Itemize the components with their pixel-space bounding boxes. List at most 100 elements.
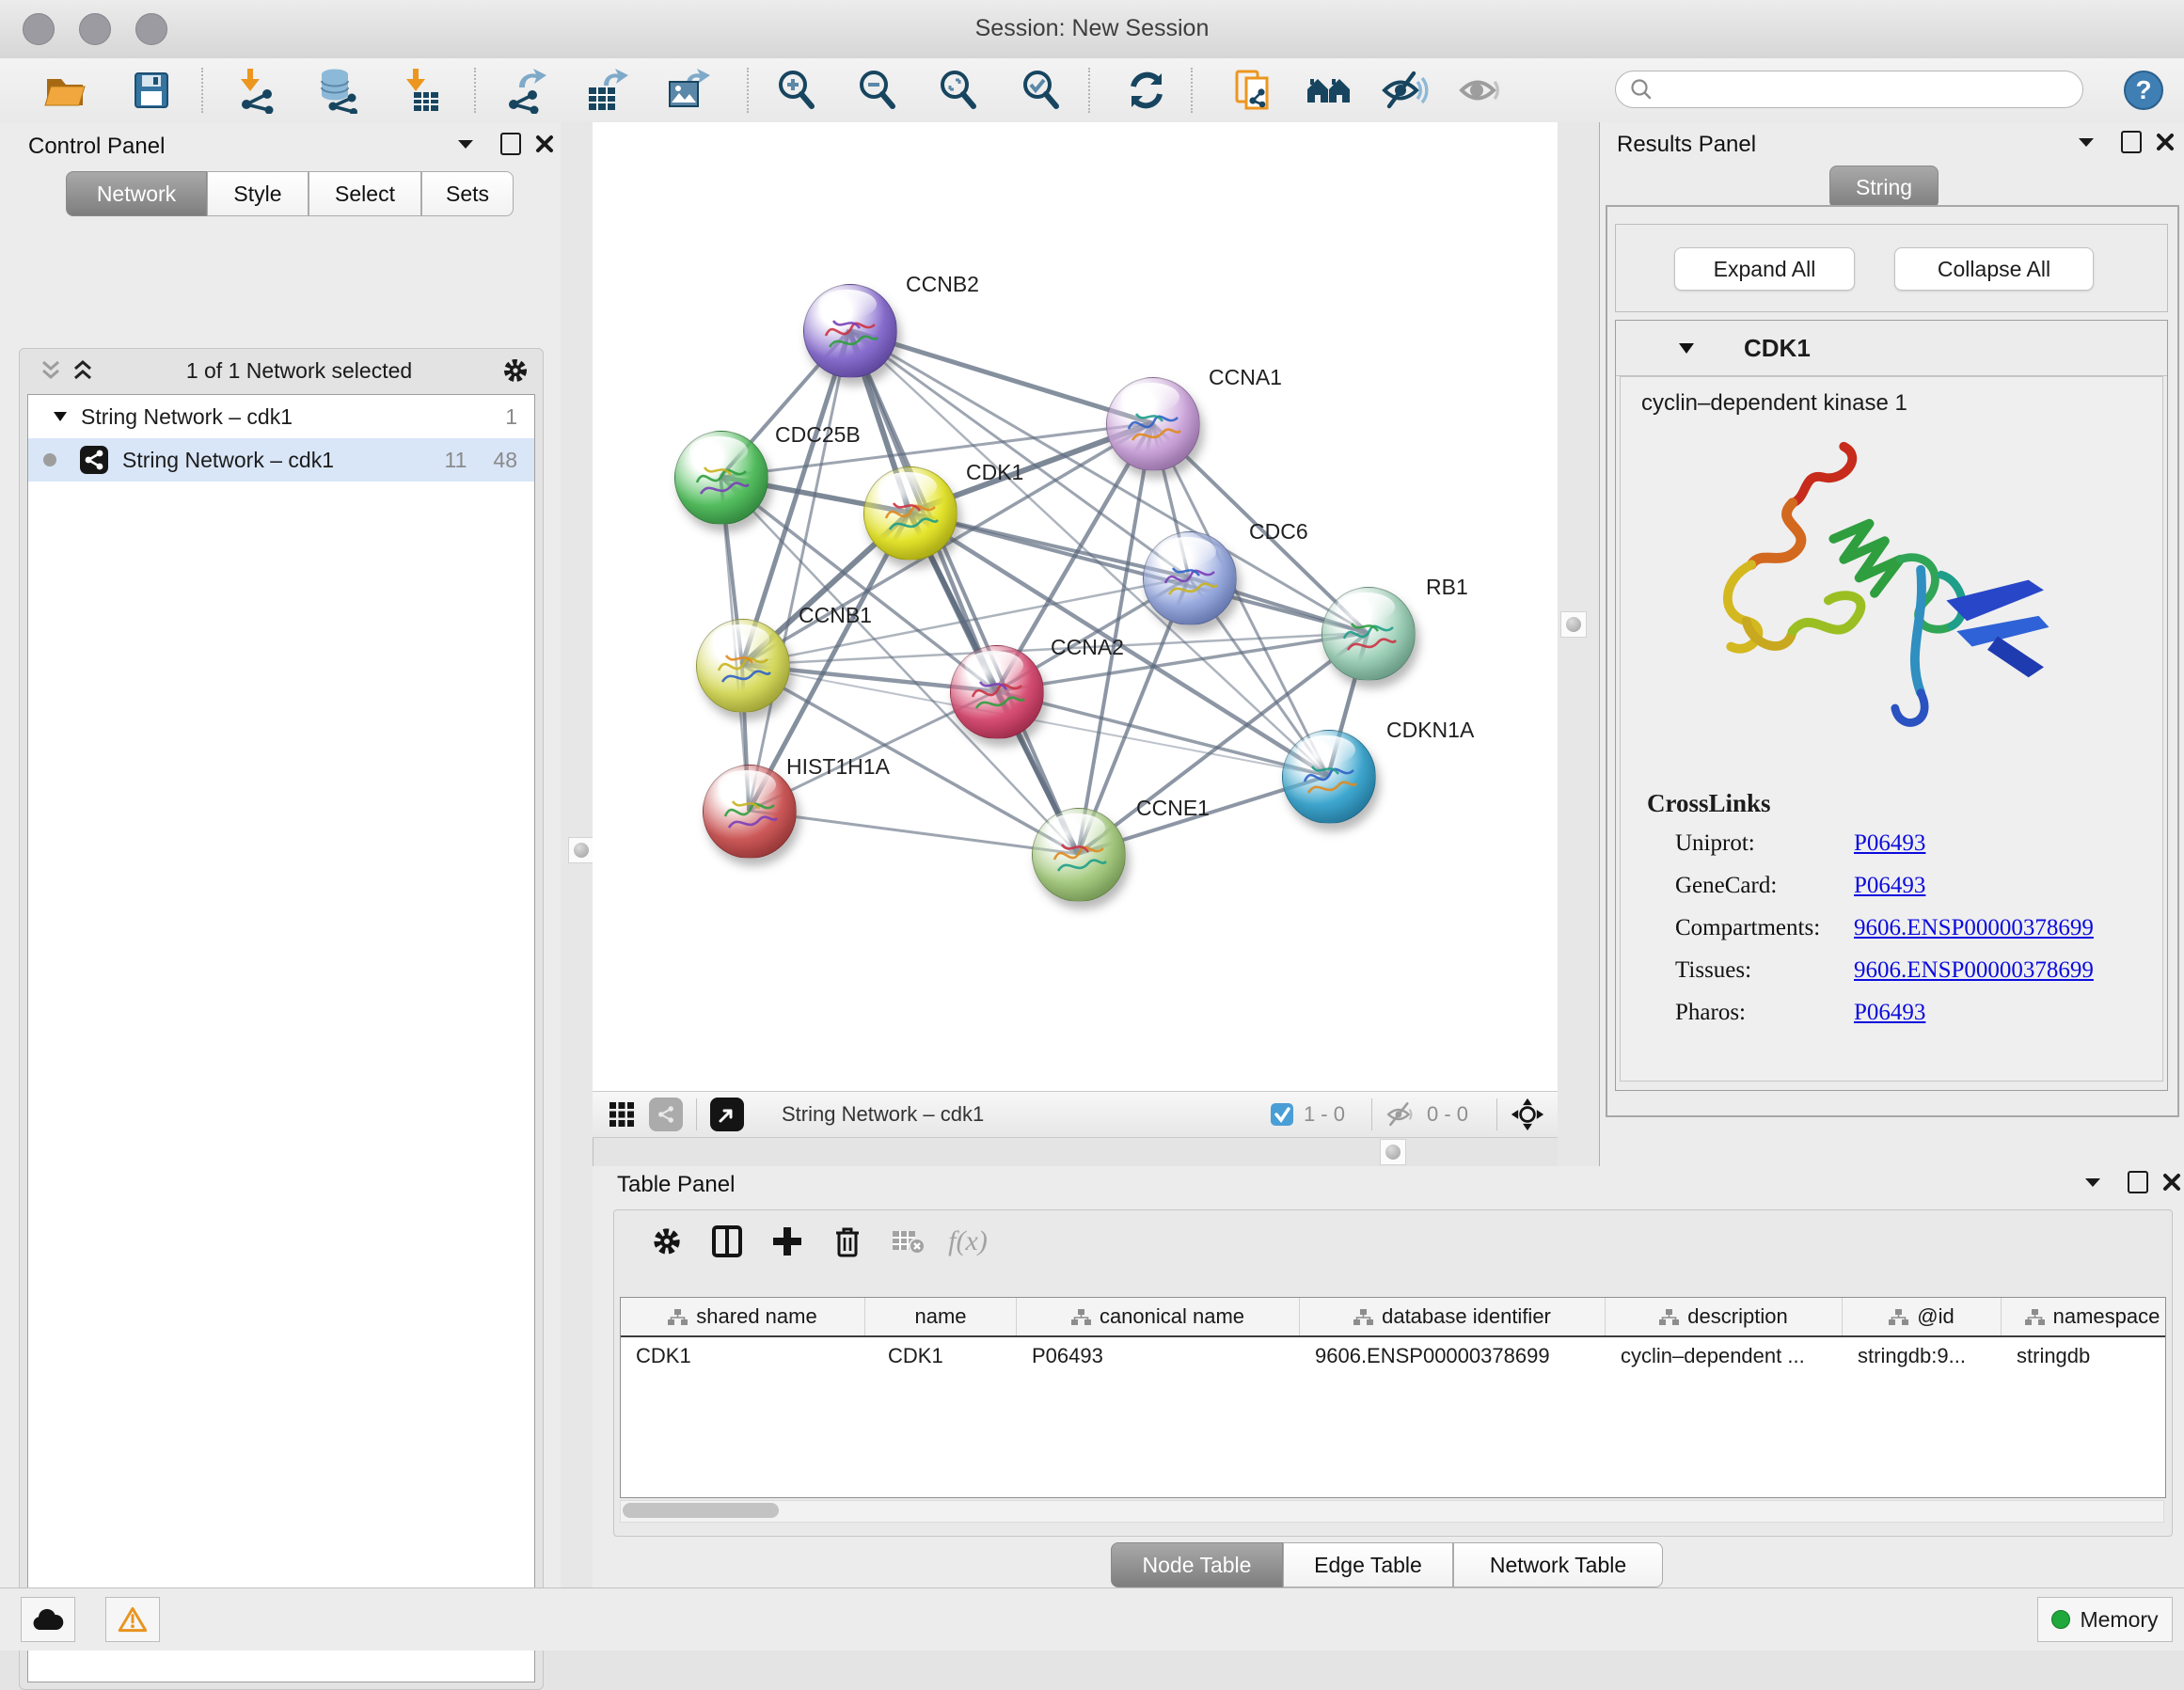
crosslink-pharos-link[interactable]: P06493 [1854, 1000, 1925, 1026]
import-table-file-button[interactable] [397, 64, 448, 117]
column-header-namespace[interactable]: namespace [2002, 1298, 2166, 1335]
column-header-canonical-name[interactable]: canonical name [1017, 1298, 1300, 1335]
table-panel-float-button[interactable] [2122, 1166, 2154, 1198]
birdseye-toggle-icon[interactable] [1511, 1098, 1544, 1131]
show-all-button[interactable] [1456, 64, 1507, 117]
graph-node-CDC25B[interactable] [674, 431, 768, 525]
help-button[interactable]: ? [2122, 69, 2165, 112]
table-tab-network-table[interactable]: Network Table [1453, 1542, 1663, 1587]
birdseye-view-button[interactable] [1304, 64, 1354, 117]
network-options-button[interactable] [499, 355, 531, 387]
gear-icon [651, 1225, 683, 1257]
left-splitter-handle[interactable] [568, 837, 594, 863]
zoom-in-button[interactable] [771, 64, 822, 117]
graph-edge-HIST1H1A-CCNE1[interactable] [749, 811, 1078, 854]
zoom-out-button[interactable] [852, 64, 903, 117]
graph-node-CCNA2[interactable] [950, 645, 1044, 739]
tab-select[interactable]: Select [309, 171, 421, 216]
results-tab-string[interactable]: String [1829, 166, 1939, 209]
graph-node-CCNB2[interactable] [803, 284, 897, 378]
graph-node-CCNE1[interactable] [1032, 808, 1126, 902]
open-session-button[interactable] [40, 64, 90, 117]
zoom-fit-button[interactable] [933, 64, 984, 117]
collection-count: 1 [505, 404, 517, 430]
import-network-icon [233, 67, 280, 114]
eye-slash-icon [1380, 67, 1429, 114]
column-header-@id[interactable]: @id [1843, 1298, 2002, 1335]
table-panel-menu-button[interactable] [2077, 1166, 2109, 1198]
selected-count: 1 - 0 [1304, 1102, 1345, 1127]
collapse-all-networks-button[interactable] [35, 355, 67, 387]
network-canvas[interactable]: CCNB2 CCNA1 CDC25B CDK1 CDC6 RB1 CCNB1 C… [593, 122, 1558, 1091]
table-panel-close-button[interactable] [2156, 1166, 2184, 1198]
export-network-button[interactable] [500, 64, 551, 117]
chevron-down-icon [2083, 1176, 2102, 1189]
column-header-name[interactable]: name [865, 1298, 1017, 1335]
scrollbar-thumb[interactable] [623, 1503, 779, 1518]
table-options-button[interactable] [637, 1215, 697, 1268]
show-columns-button[interactable] [697, 1215, 757, 1268]
expand-all-button[interactable]: Expand All [1674, 247, 1855, 291]
network-view-type-button[interactable] [649, 1098, 683, 1131]
control-panel-tabs: NetworkStyleSelectSets [66, 171, 514, 216]
refresh-button[interactable] [1121, 64, 1172, 117]
table-tab-edge-table[interactable]: Edge Table [1283, 1542, 1453, 1587]
crosslink-tissues-link[interactable]: 9606.ENSP00000378699 [1854, 957, 2094, 984]
column-header-database-identifier[interactable]: database identifier [1300, 1298, 1606, 1335]
tab-network[interactable]: Network [66, 171, 207, 216]
delete-table-button[interactable] [878, 1215, 938, 1268]
crosslink-compartments-link[interactable]: 9606.ENSP00000378699 [1854, 915, 2094, 941]
import-network-file-button[interactable] [231, 64, 282, 117]
column-header-shared-name[interactable]: shared name [621, 1298, 865, 1335]
search-input[interactable] [1661, 76, 2060, 103]
control-panel-float-button[interactable] [495, 128, 527, 160]
function-builder-button[interactable]: f(x) [938, 1215, 998, 1268]
warning-status-button[interactable] [105, 1597, 160, 1642]
section-collapse-icon[interactable] [1678, 342, 1695, 355]
crosslink-genecard-link[interactable]: P06493 [1854, 873, 1925, 899]
hide-selected-button[interactable] [1379, 64, 1430, 117]
memory-button[interactable]: Memory [2037, 1597, 2173, 1642]
save-session-button[interactable] [126, 64, 177, 117]
import-network-database-button[interactable] [312, 64, 363, 117]
crosslink-uniprot-link[interactable]: P06493 [1854, 830, 1925, 857]
results-panel-float-button[interactable] [2115, 126, 2147, 158]
results-panel-menu-button[interactable] [2070, 126, 2102, 158]
network-row[interactable]: String Network – cdk1 11 48 [28, 438, 534, 482]
network-collection-row[interactable]: String Network – cdk1 1 [28, 395, 534, 438]
table-row[interactable]: CDK1CDK1P064939606.ENSP00000378699cyclin… [621, 1337, 2165, 1375]
table-horizontal-scrollbar[interactable] [620, 1500, 2164, 1523]
detach-view-button[interactable] [710, 1098, 744, 1131]
create-column-button[interactable] [757, 1215, 817, 1268]
tab-sets[interactable]: Sets [421, 171, 514, 216]
graph-node-CCNA1[interactable] [1106, 377, 1200, 471]
right-splitter[interactable] [1558, 122, 1599, 1166]
bottom-splitter-handle[interactable] [1380, 1139, 1406, 1165]
graph-edge-CCNB2-HIST1H1A[interactable] [749, 330, 849, 811]
graph-node-CDC6[interactable] [1143, 531, 1237, 625]
table-tab-node-table[interactable]: Node Table [1111, 1542, 1283, 1587]
graph-node-CDK1[interactable] [863, 466, 957, 561]
node-label-CCNB1: CCNB1 [799, 603, 872, 628]
column-header-description[interactable]: description [1606, 1298, 1843, 1335]
collapse-all-button[interactable]: Collapse All [1894, 247, 2094, 291]
export-table-button[interactable] [581, 64, 632, 117]
grid-view-button[interactable] [606, 1098, 638, 1130]
selected-checkbox-icon[interactable] [1270, 1102, 1294, 1127]
cloud-status-button[interactable] [21, 1597, 75, 1642]
graph-node-RB1[interactable] [1321, 587, 1416, 681]
graph-node-HIST1H1A[interactable] [703, 765, 797, 859]
right-splitter-handle[interactable] [1560, 611, 1587, 638]
clone-network-button[interactable] [1228, 64, 1279, 117]
zoom-selected-button[interactable] [1016, 64, 1067, 117]
delete-column-button[interactable] [817, 1215, 878, 1268]
results-panel-close-button[interactable] [2149, 126, 2181, 158]
control-panel-close-button[interactable] [529, 128, 561, 160]
toolbar-separator [747, 68, 749, 113]
control-panel-menu-button[interactable] [450, 128, 482, 160]
expand-all-networks-button[interactable] [67, 355, 99, 387]
tab-style[interactable]: Style [207, 171, 309, 216]
graph-node-CCNB1[interactable] [696, 619, 790, 713]
export-image-button[interactable] [662, 64, 713, 117]
graph-node-CDKN1A[interactable] [1282, 730, 1376, 824]
